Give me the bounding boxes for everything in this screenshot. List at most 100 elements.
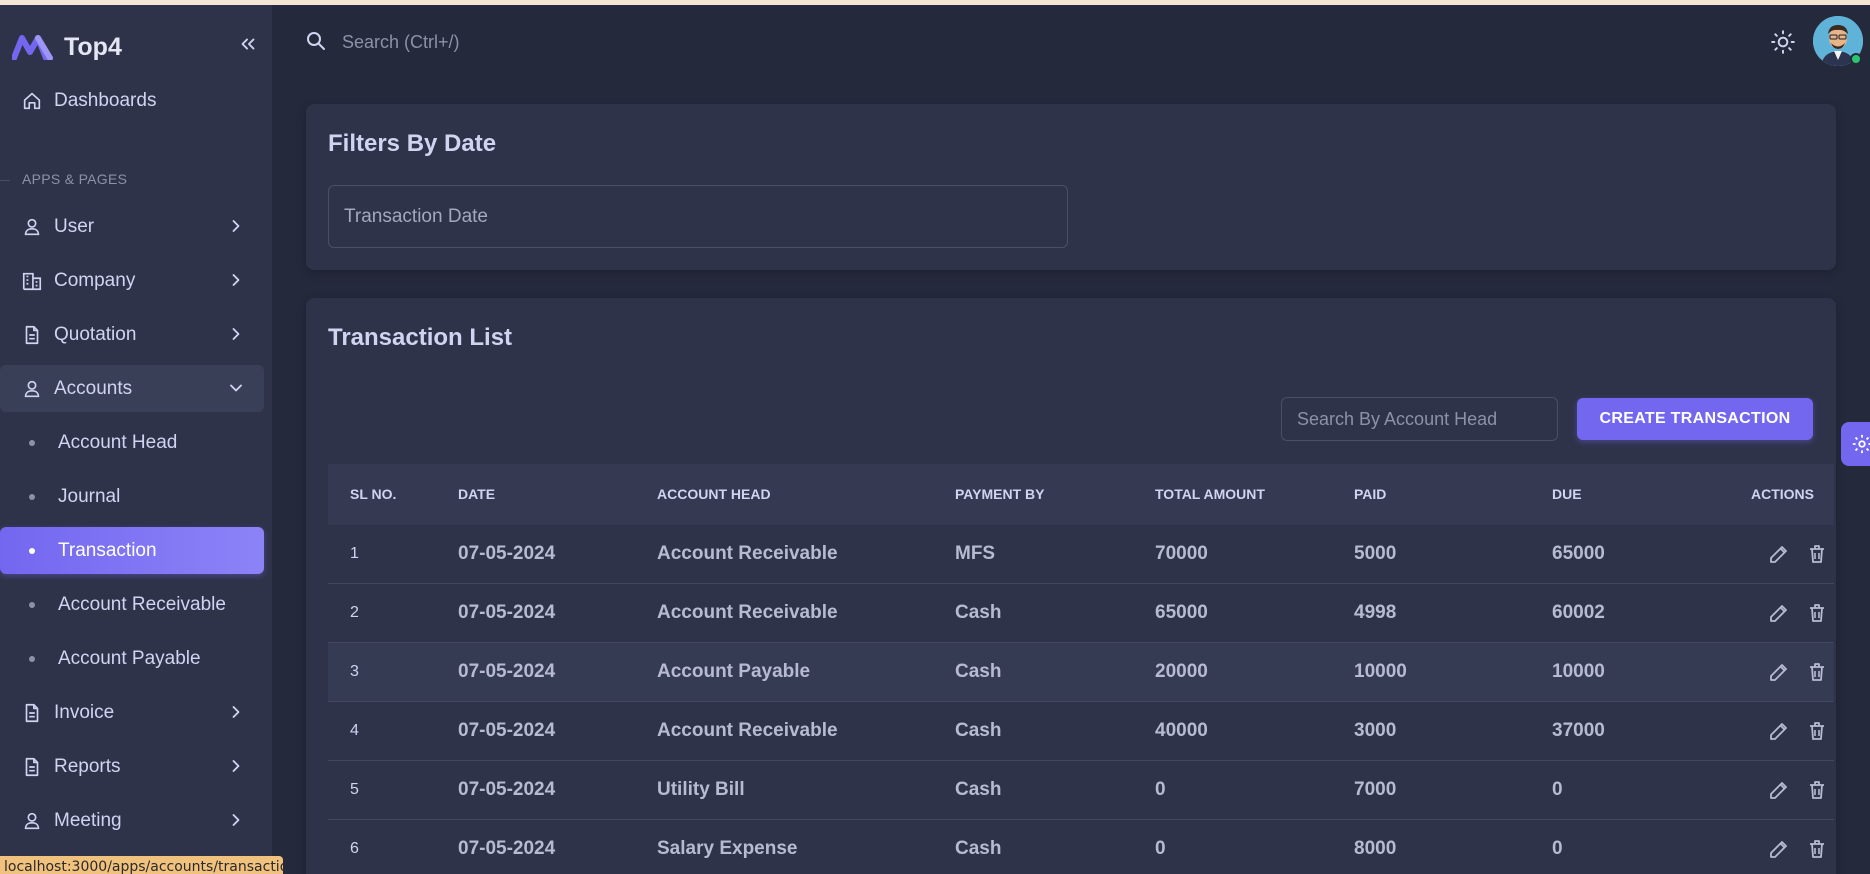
global-search-input[interactable] <box>342 26 742 58</box>
cell-account-head: Account Receivable <box>657 543 838 564</box>
edit-icon[interactable] <box>1767 601 1791 625</box>
sidebar-item-user[interactable]: User <box>0 203 264 250</box>
cell-paid: 4998 <box>1354 602 1397 623</box>
user-icon <box>20 377 44 401</box>
sidebar-item-account-head[interactable]: Account Head <box>0 419 264 466</box>
cell-date: 07-05-2024 <box>458 602 556 623</box>
delete-icon[interactable] <box>1805 778 1829 802</box>
delete-icon[interactable] <box>1805 837 1829 861</box>
sidebar-item-label: Quotation <box>54 323 137 345</box>
column-header-actions: ACTIONS <box>1751 486 1814 502</box>
section-label: APPS & PAGES <box>22 171 128 187</box>
sidebar-item-label: Transaction <box>58 539 157 561</box>
cell-date: 07-05-2024 <box>458 720 556 741</box>
sidebar-item-label: Invoice <box>54 701 115 723</box>
edit-icon[interactable] <box>1767 837 1791 861</box>
cell-payment-by: Cash <box>955 661 1002 682</box>
delete-icon[interactable] <box>1805 719 1829 743</box>
sidebar-item-meeting[interactable]: Meeting <box>0 797 264 844</box>
chevron-right-icon <box>232 706 240 718</box>
cell-due: 37000 <box>1552 720 1605 741</box>
sidebar-item-invoice[interactable]: Invoice <box>0 689 264 736</box>
cell-date: 07-05-2024 <box>458 543 556 564</box>
table-header: SL NO. DATE ACCOUNT HEAD PAYMENT BY TOTA… <box>328 464 1834 525</box>
sidebar-item-accounts[interactable]: Accounts <box>0 365 264 412</box>
cell-paid: 3000 <box>1354 720 1397 741</box>
cell-date: 07-05-2024 <box>458 779 556 800</box>
sidebar-item-label: Dashboards <box>54 89 157 111</box>
sidebar-item-account-payable[interactable]: Account Payable <box>0 635 264 682</box>
table-body: 1 07-05-2024 Account Receivable MFS 70000 500… <box>328 525 1834 874</box>
delete-icon[interactable] <box>1805 601 1829 625</box>
cell-account-head: Account Payable <box>657 661 811 682</box>
cell-sl-no: 5 <box>350 781 359 798</box>
bullet-icon <box>29 439 35 446</box>
cell-account-head: Account Receivable <box>657 602 838 623</box>
table-row[interactable]: 4 07-05-2024 Account Receivable Cash 40000 30… <box>328 702 1834 761</box>
column-header-payment-by: PAYMENT BY <box>955 486 1045 502</box>
chevron-right-icon <box>232 220 240 232</box>
delete-icon[interactable] <box>1805 542 1829 566</box>
search-icon[interactable] <box>304 29 328 53</box>
table-row[interactable]: 3 07-05-2024 Account Payable Cash 20000 10000… <box>328 643 1834 702</box>
delete-icon[interactable] <box>1805 660 1829 684</box>
table-row[interactable]: 2 07-05-2024 Account Receivable Cash 65000 49… <box>328 584 1834 643</box>
column-header-date: DATE <box>458 486 496 502</box>
table-row[interactable]: 6 07-05-2024 Salary Expense Cash 0 8000 0 <box>328 820 1834 874</box>
column-header-paid: PAID <box>1354 486 1387 502</box>
transaction-table: SL NO. DATE ACCOUNT HEAD PAYMENT BY TOTA… <box>328 464 1834 874</box>
sidebar-item-reports[interactable]: Reports <box>0 743 264 790</box>
edit-icon[interactable] <box>1767 542 1791 566</box>
transaction-list-card: Transaction List CREATE TRANSACTION SL N… <box>306 298 1836 874</box>
online-status-indicator <box>1850 53 1862 65</box>
customizer-toggle[interactable] <box>1841 422 1870 466</box>
sidebar-item-label: Journal <box>58 485 121 507</box>
bullet-icon <box>29 601 35 608</box>
collapse-sidebar-button[interactable] <box>235 31 261 57</box>
create-transaction-button[interactable]: CREATE TRANSACTION <box>1577 398 1813 440</box>
edit-icon[interactable] <box>1767 719 1791 743</box>
sidebar-item-dashboards[interactable]: Dashboards <box>0 77 264 124</box>
cell-due: 0 <box>1552 779 1563 800</box>
cell-sl-no: 6 <box>350 840 359 857</box>
cell-sl-no: 3 <box>350 663 359 680</box>
sidebar-item-label: User <box>54 215 95 237</box>
table-row[interactable]: 1 07-05-2024 Account Receivable MFS 70000 500… <box>328 525 1834 584</box>
bullet-icon <box>29 655 35 662</box>
sidebar-item-company[interactable]: Company <box>0 257 264 304</box>
bullet-icon <box>29 547 35 554</box>
cell-total-amount: 70000 <box>1155 543 1208 564</box>
user-icon <box>20 809 44 833</box>
cell-paid: 10000 <box>1354 661 1407 682</box>
file-text-icon <box>20 755 44 779</box>
sidebar-item-journal[interactable]: Journal <box>0 473 264 520</box>
cell-date: 07-05-2024 <box>458 661 556 682</box>
section-divider <box>0 180 10 181</box>
bullet-icon <box>29 493 35 500</box>
chevron-right-icon <box>232 814 240 826</box>
sidebar: Top4 Dashboards APPS & PAGES User Compan… <box>0 5 272 874</box>
cell-account-head: Account Receivable <box>657 720 838 741</box>
account-head-search-input[interactable] <box>1281 397 1558 441</box>
file-text-icon <box>20 323 44 347</box>
cell-total-amount: 0 <box>1155 838 1166 859</box>
sun-icon[interactable] <box>1770 29 1796 55</box>
topbar <box>272 5 1870 80</box>
cell-payment-by: Cash <box>955 720 1002 741</box>
edit-icon[interactable] <box>1767 660 1791 684</box>
brand[interactable]: Top4 <box>12 27 122 67</box>
chevron-right-icon <box>232 760 240 772</box>
table-row[interactable]: 5 07-05-2024 Utility Bill Cash 0 7000 0 <box>328 761 1834 820</box>
sidebar-item-quotation[interactable]: Quotation <box>0 311 264 358</box>
cell-due: 65000 <box>1552 543 1605 564</box>
sidebar-item-transaction[interactable]: Transaction <box>0 527 264 574</box>
edit-icon[interactable] <box>1767 778 1791 802</box>
gear-icon <box>1852 434 1870 454</box>
filters-title: Filters By Date <box>328 130 497 157</box>
sidebar-item-account-receivable[interactable]: Account Receivable <box>0 581 264 628</box>
transaction-date-field[interactable] <box>328 185 1068 248</box>
cell-sl-no: 4 <box>350 722 359 739</box>
sidebar-item-label: Company <box>54 269 136 291</box>
sidebar-item-label: Accounts <box>54 377 133 399</box>
cell-account-head: Salary Expense <box>657 838 798 859</box>
